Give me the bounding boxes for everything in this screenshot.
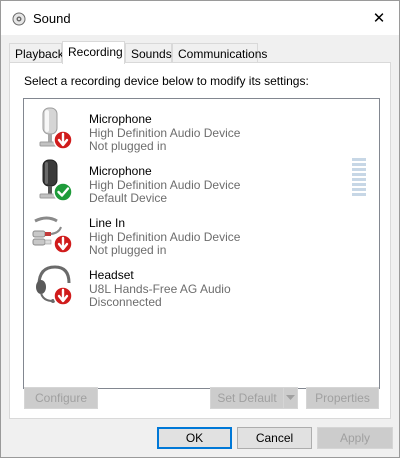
set-default-dropdown[interactable] bbox=[283, 387, 298, 409]
list-item-microphone-2[interactable]: Microphone High Definition Audio Device … bbox=[24, 155, 379, 205]
device-name: Microphone bbox=[89, 112, 152, 126]
sound-dialog: Sound ✕ Playback Recording Sounds Commun… bbox=[0, 0, 400, 458]
tab-sounds[interactable]: Sounds bbox=[125, 43, 172, 63]
level-bar bbox=[352, 188, 366, 191]
button-label: Properties bbox=[315, 391, 370, 405]
device-list[interactable]: Microphone High Definition Audio Device … bbox=[23, 98, 380, 389]
speaker-icon bbox=[12, 12, 26, 26]
button-label: OK bbox=[185, 431, 204, 445]
list-item-headset[interactable]: Headset U8L Hands-Free AG Audio Disconne… bbox=[24, 259, 379, 309]
tab-recording[interactable]: Recording bbox=[62, 41, 125, 64]
device-description: High Definition Audio Device bbox=[89, 126, 241, 140]
configure-button[interactable]: Configure bbox=[24, 387, 98, 409]
level-bar bbox=[352, 193, 366, 196]
tab-label: Sounds bbox=[131, 47, 172, 61]
title-bar: Sound ✕ bbox=[1, 1, 399, 35]
microphone-icon bbox=[31, 157, 79, 205]
headset-icon bbox=[31, 261, 79, 309]
level-bar bbox=[352, 173, 366, 176]
level-bar bbox=[352, 163, 366, 166]
button-label: Set Default bbox=[217, 391, 277, 405]
device-description: High Definition Audio Device bbox=[89, 230, 241, 244]
device-status: Not plugged in bbox=[89, 243, 167, 257]
close-button[interactable]: ✕ bbox=[359, 1, 399, 35]
button-label: Apply bbox=[339, 431, 371, 445]
input-level-meter bbox=[352, 158, 368, 202]
chevron-down-icon bbox=[286, 395, 295, 400]
window-title: Sound bbox=[33, 11, 71, 26]
button-label: Configure bbox=[34, 391, 88, 405]
device-description: U8L Hands-Free AG Audio bbox=[89, 282, 231, 296]
device-status: Disconnected bbox=[89, 295, 162, 309]
ok-button[interactable]: OK bbox=[157, 427, 232, 449]
tab-communications[interactable]: Communications bbox=[172, 43, 267, 63]
device-name: Headset bbox=[89, 268, 134, 282]
list-item-line-in[interactable]: Line In High Definition Audio Device Not… bbox=[24, 207, 379, 257]
device-name: Line In bbox=[89, 216, 126, 230]
set-default-button[interactable]: Set Default bbox=[210, 387, 284, 409]
button-label: Cancel bbox=[255, 431, 294, 445]
device-status: Default Device bbox=[89, 191, 168, 205]
recording-panel: Select a recording device below to modif… bbox=[9, 62, 391, 419]
level-bar bbox=[352, 158, 366, 161]
microphone-icon bbox=[31, 105, 79, 153]
apply-button[interactable]: Apply bbox=[317, 427, 393, 449]
tab-playback[interactable]: Playback bbox=[9, 43, 64, 63]
instructions-text: Select a recording device below to modif… bbox=[24, 74, 309, 88]
device-status: Not plugged in bbox=[89, 139, 167, 153]
close-icon: ✕ bbox=[372, 10, 386, 27]
device-description: High Definition Audio Device bbox=[89, 178, 241, 192]
line-in-cable-icon bbox=[31, 209, 79, 257]
list-item-microphone-1[interactable]: Microphone High Definition Audio Device … bbox=[24, 103, 379, 153]
properties-button[interactable]: Properties bbox=[306, 387, 379, 409]
level-bar bbox=[352, 183, 366, 186]
level-bar bbox=[352, 178, 366, 181]
level-bar bbox=[352, 168, 366, 171]
tab-label: Playback bbox=[15, 47, 64, 61]
device-name: Microphone bbox=[89, 164, 152, 178]
tab-label: Recording bbox=[68, 45, 123, 59]
cancel-button[interactable]: Cancel bbox=[237, 427, 312, 449]
tab-label: Communications bbox=[178, 47, 268, 61]
